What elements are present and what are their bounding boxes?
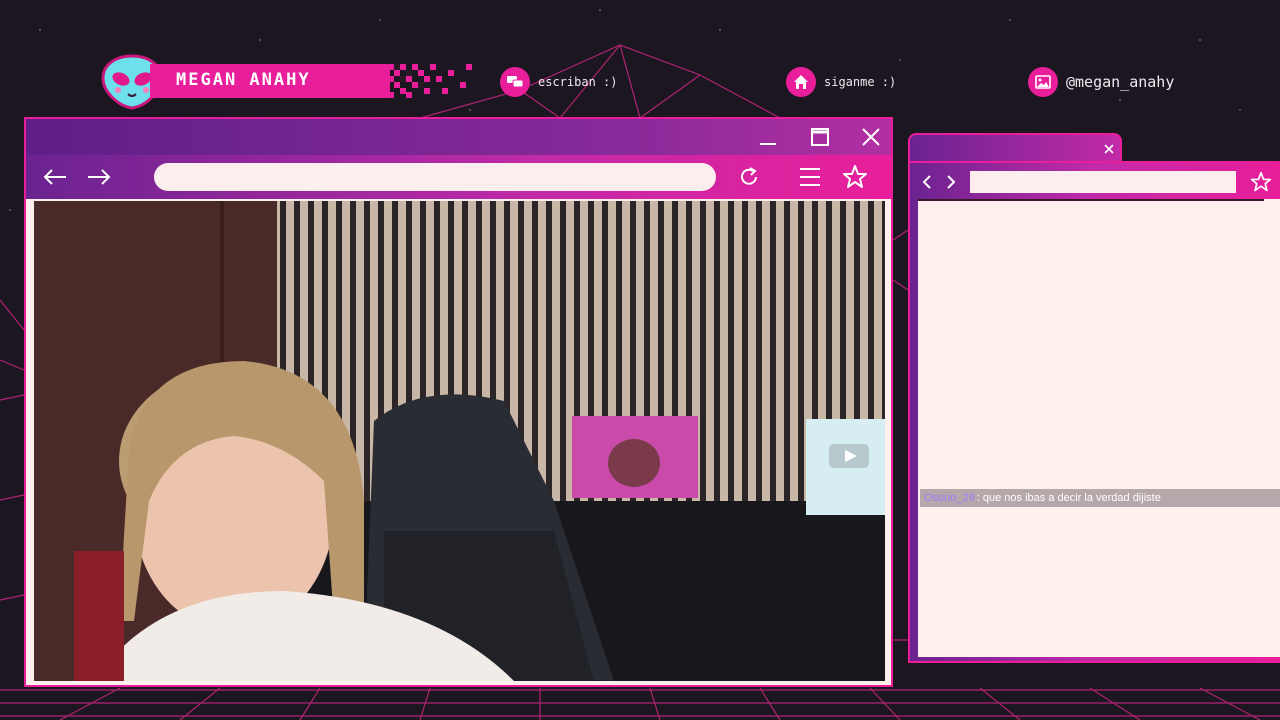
star-icon [843,165,867,188]
forward-button[interactable] [84,163,114,191]
image-icon [1028,67,1058,97]
home-icon [786,67,816,97]
chat-text: : que nos ibas a decir la verdad dijiste [976,492,1161,504]
chat-panel: Osorio_29 : que nos ibas a decir la verd… [918,199,1280,657]
chat-panel-divider [918,199,1264,201]
reload-button[interactable] [734,163,764,191]
close-window-button[interactable] [857,123,885,151]
minimize-icon [760,143,776,145]
arrow-left-icon [43,169,66,185]
pixel-fade-decoration [388,64,472,98]
side-window-tab [908,133,1122,163]
browser-toolbar [26,155,891,199]
maximize-icon [811,128,829,146]
address-bar[interactable] [154,163,716,191]
streamer-name: MEGAN ANAHY [176,70,311,90]
chevron-right-icon [947,175,956,189]
side-window-body: Osorio_29 : que nos ibas a decir la verd… [908,161,1280,663]
social-image: @megan_anahy [1028,66,1174,98]
chevron-left-icon [922,175,931,189]
social-home: siganme :) [786,66,896,98]
maximize-button[interactable] [806,123,834,151]
side-close-button[interactable] [1100,140,1118,158]
social-home-label: siganme :) [824,75,897,89]
social-image-label: @megan_anahy [1066,73,1175,91]
webcam-scene [34,201,885,681]
main-browser-window [24,117,893,687]
chat-message: Osorio_29 : que nos ibas a decir la verd… [920,489,1280,507]
chat-username: Osorio_29 [924,492,975,504]
side-bookmark-button[interactable] [1250,171,1272,193]
minimize-button[interactable] [754,123,782,151]
side-address-bar[interactable] [970,171,1236,193]
star-icon [1250,171,1272,192]
side-chat-window: Osorio_29 : que nos ibas a decir la verd… [908,133,1280,663]
hamburger-menu-icon [800,168,820,186]
close-icon [1104,144,1114,154]
webcam-video [34,201,885,681]
chat-bubbles-icon [500,67,530,97]
side-back-button[interactable] [916,171,938,193]
arrow-right-icon [88,169,111,185]
close-icon [862,128,880,146]
title-bar [26,119,891,155]
menu-button[interactable] [795,163,825,191]
back-button[interactable] [40,163,70,191]
side-forward-button[interactable] [940,171,962,193]
social-chat: escriban :) [500,66,617,98]
reload-icon [741,167,757,185]
social-chat-label: escriban :) [538,75,618,89]
bookmark-button[interactable] [840,163,870,191]
